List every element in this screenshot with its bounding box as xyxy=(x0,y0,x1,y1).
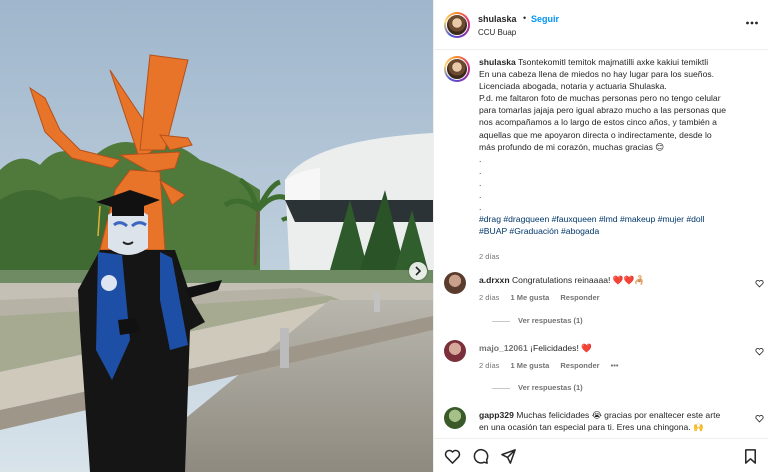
next-photo-button[interactable] xyxy=(409,262,427,280)
comment-username[interactable]: gapp329 xyxy=(479,410,514,420)
comment-text: Congratulations reinaaaa! ❤️❤️🦂 xyxy=(511,275,645,285)
post-photo[interactable] xyxy=(0,0,433,472)
heart-icon[interactable] xyxy=(755,279,764,288)
caption-line: . xyxy=(479,202,482,213)
more-horizontal-icon[interactable] xyxy=(745,16,759,30)
bookmark-icon[interactable] xyxy=(742,448,759,465)
avatar[interactable] xyxy=(444,272,466,294)
separator-dot: • xyxy=(523,13,527,23)
comment-likes[interactable]: 1 Me gusta xyxy=(511,293,550,302)
follow-button[interactable]: Seguir xyxy=(531,14,559,24)
comment-username[interactable]: majo_12061 xyxy=(479,343,528,353)
comment-icon[interactable] xyxy=(472,448,489,465)
hashtags[interactable]: #BUAP #Graduación #abogada xyxy=(479,225,764,237)
comment-body: a.drxxn Congratulations reinaaaa! ❤️❤️🦂 xyxy=(479,274,749,286)
hashtags[interactable]: #drag #dragqueen #fauxqueen #lmd #makeup… xyxy=(479,213,764,225)
reply-button[interactable]: Responder xyxy=(560,293,599,302)
location-link[interactable]: CCU Buap xyxy=(478,28,516,37)
comment-text: ¡Felicidades! ❤️ xyxy=(530,343,592,353)
action-bar xyxy=(434,438,768,472)
heart-icon[interactable] xyxy=(755,414,764,423)
comment-more-button[interactable]: ••• xyxy=(611,361,619,370)
avatar[interactable] xyxy=(444,12,470,38)
avatar[interactable] xyxy=(444,56,470,82)
caption-line: Tsontekomitl temitok majmatilli axke kak… xyxy=(518,57,709,67)
author-username[interactable]: shulaska xyxy=(478,14,517,24)
comment-username[interactable]: a.drxxn xyxy=(479,275,510,285)
caption-line: P.d. me faltaron foto de muchas personas… xyxy=(479,93,721,104)
view-replies-button[interactable]: Ver respuestas (1) xyxy=(492,316,583,325)
comments-scroll-area[interactable]: shulaska Tsontekomitl temitok majmatilli… xyxy=(434,50,768,438)
comment-text: en una ocasión tan especial para ti. Ere… xyxy=(479,422,704,432)
caption-line: aquellas que me apoyaron directa o indir… xyxy=(479,129,712,140)
caption-text: shulaska Tsontekomitl temitok majmatilli… xyxy=(479,56,764,237)
comment-body: gapp329 Muchas felicidades 😭 gracias por… xyxy=(479,409,749,433)
view-replies-button[interactable]: Ver respuestas (1) xyxy=(492,383,583,392)
caption-timestamp[interactable]: 2 días xyxy=(479,252,499,261)
comment-likes[interactable]: 1 Me gusta xyxy=(511,361,550,370)
caption-username[interactable]: shulaska xyxy=(479,57,516,67)
avatar[interactable] xyxy=(444,407,466,429)
avatar[interactable] xyxy=(444,340,466,362)
comment-timestamp[interactable]: 2 días xyxy=(479,293,499,302)
caption-line: En una cabeza llena de miedos no hay lug… xyxy=(479,69,715,80)
heart-icon[interactable] xyxy=(755,347,764,356)
comment-meta: 2 días 1 Me gusta Responder ••• xyxy=(479,361,628,370)
post-panel: shulaska • Seguir CCU Buap shulaska Tson… xyxy=(433,0,768,472)
post-header: shulaska • Seguir CCU Buap xyxy=(434,0,768,50)
caption-line: más profundo de mi corazón, muchas graci… xyxy=(479,141,665,152)
share-icon[interactable] xyxy=(500,448,517,465)
graduation-photo xyxy=(0,0,433,472)
caption-line: nos acompañamos a lo largo de estos cinc… xyxy=(479,117,717,128)
comment-body: majo_12061 ¡Felicidades! ❤️ xyxy=(479,342,749,354)
caption-line: . xyxy=(479,165,482,176)
comment-text: Muchas felicidades 😭 gracias por enaltec… xyxy=(516,410,721,420)
caption-line: para tomarlas jajaja pero igual abrazo m… xyxy=(479,105,726,116)
caption-line: . xyxy=(479,190,482,201)
caption-line: . xyxy=(479,177,482,188)
comment-meta: 2 días 1 Me gusta Responder xyxy=(479,293,609,302)
chevron-right-icon xyxy=(415,266,422,276)
caption-line: . xyxy=(479,153,482,164)
reply-button[interactable]: Responder xyxy=(560,361,599,370)
heart-icon[interactable] xyxy=(444,448,461,465)
caption-line: Licenciada abogada, notaria y actuaria S… xyxy=(479,81,667,92)
comment-timestamp[interactable]: 2 días xyxy=(479,361,499,370)
